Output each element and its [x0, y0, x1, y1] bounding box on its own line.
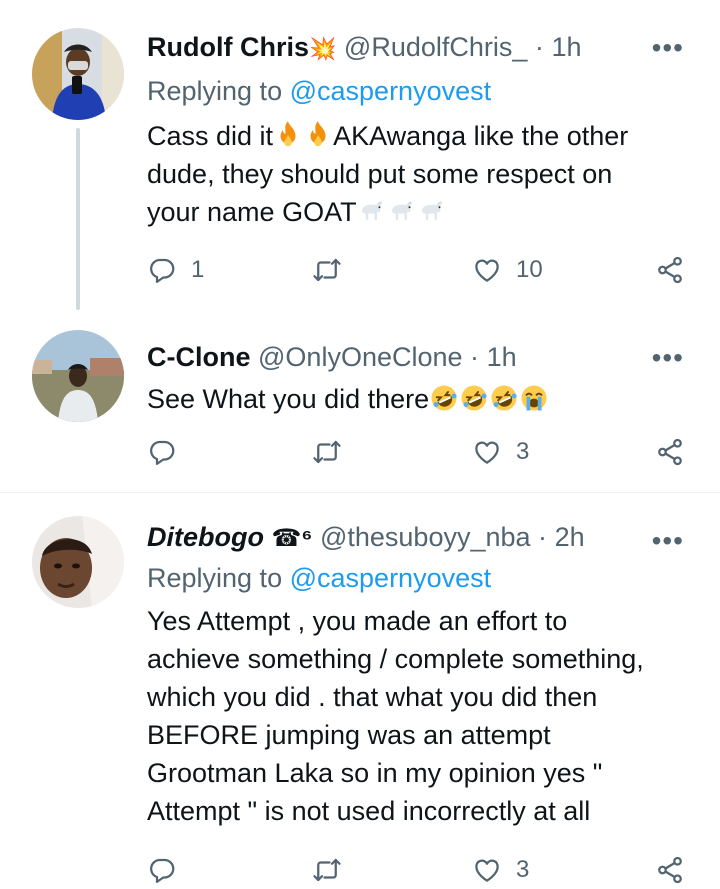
goat-emoji	[357, 196, 387, 226]
like-count: 3	[516, 438, 530, 465]
retweet-button[interactable]	[312, 432, 356, 472]
retweet-button[interactable]	[312, 250, 356, 290]
timestamp[interactable]: 1h	[487, 342, 517, 372]
replying-to-label: Replying to	[147, 76, 283, 106]
tweet-c-clone[interactable]: C-Clone @OnlyOneClone · 1h ••• See What …	[0, 310, 720, 492]
fire-emoji	[273, 120, 303, 150]
reply-icon	[147, 855, 177, 885]
thread-line	[76, 128, 80, 310]
avatar[interactable]	[32, 28, 124, 120]
tweet-text-line: Grootman Laka so in my opinion yes "	[147, 758, 603, 788]
tweet-text-line: Attempt " is not used incorrectly at all	[147, 796, 591, 826]
more-options-icon[interactable]: •••	[652, 33, 684, 63]
tweet-actions: 3	[147, 850, 702, 889]
share-button[interactable]	[655, 250, 685, 290]
like-count: 10	[516, 256, 543, 283]
tweet-text-line: which you did . that what you did then	[147, 682, 598, 712]
replying-to-handle[interactable]: @caspernyovest	[290, 76, 492, 106]
rofl-emoji	[429, 383, 459, 413]
share-icon	[655, 255, 685, 285]
reply-button[interactable]	[147, 850, 191, 889]
more-options-icon[interactable]: •••	[652, 343, 684, 373]
like-button[interactable]: 3	[472, 850, 529, 889]
tweet-ditebogo[interactable]: Ditebogo ☎⁶ @thesuboyy_nba · 2h ••• Repl…	[0, 493, 720, 889]
tweet-text-line: Cass did it	[147, 121, 274, 151]
tweet-text-line: BEFORE jumping was an attempt	[147, 720, 551, 750]
username[interactable]: @OnlyOneClone	[258, 342, 463, 372]
reply-icon	[147, 437, 177, 467]
replying-to: Replying to @caspernyovest	[147, 559, 491, 597]
tweet-header: Ditebogo ☎⁶ @thesuboyy_nba · 2h	[147, 515, 696, 559]
reply-button[interactable]: 1	[147, 250, 204, 290]
replying-to-label: Replying to	[147, 563, 283, 593]
tweet-rudolf-chris[interactable]: Rudolf Chris💥 @RudolfChris_ · 1h ••• Rep…	[0, 0, 720, 310]
replying-to-handle[interactable]: @caspernyovest	[290, 563, 492, 593]
retweet-icon	[312, 255, 342, 285]
share-button[interactable]	[655, 432, 685, 472]
fire-emoji	[303, 120, 333, 150]
tweet-text: Cass did it AKAwanga like the other dude,…	[147, 117, 696, 231]
separator: ·	[534, 32, 544, 62]
like-icon	[472, 437, 502, 467]
tweet-header: C-Clone @OnlyOneClone · 1h	[147, 335, 696, 379]
rofl-emoji	[459, 383, 489, 413]
tweet-text-line: Yes Attempt , you made an effort to	[147, 606, 568, 636]
goat-emoji	[417, 196, 447, 226]
like-count: 3	[516, 856, 530, 883]
share-icon	[655, 855, 685, 885]
retweet-icon	[312, 855, 342, 885]
retweet-icon	[312, 437, 342, 467]
share-icon	[655, 437, 685, 467]
tweet-text-line: your name GOAT	[147, 197, 357, 227]
tweet-text: See What you did there	[147, 380, 696, 418]
name-badge: ☎⁶	[271, 525, 313, 552]
avatar[interactable]	[32, 330, 124, 422]
username[interactable]: @RudolfChris_	[344, 32, 527, 62]
tweet-header: Rudolf Chris💥 @RudolfChris_ · 1h	[147, 25, 696, 69]
tweet-text-line: See What you did there	[147, 384, 430, 414]
display-name[interactable]: Ditebogo	[147, 522, 264, 552]
tweet-text: Yes Attempt , you made an effort to achi…	[147, 602, 696, 830]
retweet-button[interactable]	[312, 850, 356, 889]
reply-button[interactable]	[147, 432, 191, 472]
avatar[interactable]	[32, 516, 124, 608]
like-button[interactable]: 3	[472, 432, 529, 472]
replying-to: Replying to @caspernyovest	[147, 72, 491, 110]
goat-emoji	[387, 196, 417, 226]
reply-icon	[147, 255, 177, 285]
reply-count: 1	[191, 256, 205, 283]
separator: ·	[538, 522, 548, 552]
more-options-icon[interactable]: •••	[652, 526, 684, 556]
rofl-emoji	[489, 383, 519, 413]
like-icon	[472, 855, 502, 885]
display-name[interactable]: C-Clone	[147, 342, 251, 372]
like-icon	[472, 255, 502, 285]
separator: ·	[470, 342, 480, 372]
like-button[interactable]: 10	[472, 250, 543, 290]
tweet-text-line: dude, they should put some respect on	[147, 159, 613, 189]
tweet-actions: 3	[147, 432, 702, 472]
timestamp[interactable]: 2h	[555, 522, 585, 552]
share-button[interactable]	[655, 850, 685, 889]
crying-emoji	[519, 383, 549, 413]
display-name[interactable]: Rudolf Chris	[147, 32, 309, 62]
tweet-text-line: AKAwanga like the other	[333, 121, 629, 151]
timestamp[interactable]: 1h	[551, 32, 581, 62]
tweet-actions: 1 10	[147, 250, 702, 290]
name-badge-emoji: 💥	[309, 36, 337, 61]
tweet-text-line: achieve something / complete something,	[147, 644, 644, 674]
username[interactable]: @thesuboyy_nba	[320, 522, 531, 552]
